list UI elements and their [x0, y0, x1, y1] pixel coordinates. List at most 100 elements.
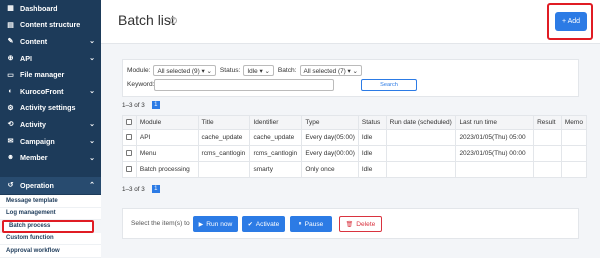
table-cell: Menu: [135, 145, 199, 162]
table-cell: Idle: [357, 145, 387, 162]
operation-submenu: Message template Log management Batch pr…: [0, 195, 101, 258]
activate-button[interactable]: ✔ Activate: [242, 216, 285, 232]
sidebar-sub-custom-function[interactable]: Custom function: [0, 232, 101, 245]
sidebar-sub-log-management[interactable]: Log management: [0, 207, 101, 220]
sidebar-item-label: Operation: [20, 180, 54, 190]
table-cell: cache_update: [197, 129, 251, 146]
sidebar-sub-batch-process[interactable]: Batch process: [2, 220, 94, 233]
table-row[interactable]: Batch processing smarty Only once Idle: [122, 161, 588, 178]
help-icon[interactable]: ?: [170, 17, 177, 24]
sidebar-item-activity[interactable]: ⟲ Activity ⌄: [0, 116, 101, 133]
add-button[interactable]: + Add: [555, 12, 587, 31]
search-button[interactable]: Search: [361, 79, 417, 91]
sidebar-item-label: Dashboard: [20, 3, 58, 13]
sidebar-item-campaign[interactable]: ✉ Campaign ⌄: [0, 133, 101, 150]
table-row[interactable]: Menu rcms_cantlogin rcms_cantlogin Every da…: [122, 145, 588, 162]
row-checkbox[interactable]: [126, 133, 132, 140]
chevron-up-icon: ⌃: [89, 182, 95, 190]
sidebar-item-label: KurocoFront: [20, 86, 64, 96]
table-cell: Every day(00:00): [301, 145, 359, 162]
column-header: Module: [135, 115, 199, 130]
row-select-cell[interactable]: [122, 129, 137, 146]
row-checkbox[interactable]: [126, 165, 132, 172]
chevron-down-icon: ⌄: [89, 55, 95, 63]
sidebar-item-activity-settings[interactable]: ⚙ Activity settings: [0, 100, 101, 117]
sidebar-item-kurocofront[interactable]: ◐ KurocoFront ⌄: [0, 83, 101, 100]
run-now-button[interactable]: ▶ Run now: [193, 216, 238, 232]
chevron-down-icon: ⌄: [89, 38, 95, 46]
sidebar-item-label: Activity: [20, 119, 46, 129]
pause-icon: ⏸: [298, 220, 302, 227]
table-cell: [455, 161, 535, 178]
sidebar-item-label: Content: [20, 36, 48, 46]
sidebar-item-dashboard[interactable]: ▦ Dashboard: [0, 0, 101, 17]
member-icon: ☻: [6, 154, 15, 162]
row-select-cell[interactable]: [122, 145, 137, 162]
pager-bottom: 1–3 of 3 1: [122, 185, 160, 193]
column-header: Run date (scheduled): [385, 115, 457, 130]
folder-icon: ▭: [7, 71, 14, 79]
column-header: Title: [197, 115, 251, 130]
sidebar-item-operation[interactable]: ↺ Operation ⌃: [0, 177, 101, 194]
sidebar-item-label: File manager: [20, 70, 65, 80]
table-row[interactable]: API cache_update cache_update Every day(05:…: [122, 129, 588, 146]
sidebar-item-label: Content structure: [20, 20, 81, 30]
bulk-action-label: Select the item(s) to: [131, 220, 190, 227]
settings-icon: ⚙: [7, 104, 14, 112]
table-cell: Every day(05:00): [301, 129, 359, 146]
sidebar-item-label: API: [20, 53, 32, 63]
sidebar-item-label: Activity settings: [20, 103, 76, 113]
table-cell: [560, 129, 588, 146]
table-cell: [385, 161, 457, 178]
table-cell: Only once: [301, 161, 359, 178]
sidebar-item-file-manager[interactable]: ▭ File manager: [0, 66, 101, 83]
pager-range: 1–3 of 3: [122, 185, 145, 193]
column-header: Identifier: [249, 115, 303, 130]
module-select[interactable]: All selected (9) ▾ ⌄: [153, 65, 216, 76]
table-cell: API: [135, 129, 199, 146]
status-select[interactable]: Idle ▾ ⌄: [243, 65, 274, 76]
delete-button[interactable]: 🗑 Delete: [339, 216, 382, 232]
dashboard-icon: ▦: [7, 5, 14, 13]
batch-select[interactable]: All selected (7) ▾ ⌄: [299, 65, 362, 76]
module-label: Module:: [127, 67, 151, 74]
operation-icon: ↺: [7, 182, 14, 190]
keyword-input[interactable]: [154, 79, 334, 91]
table-cell: [385, 145, 457, 162]
batch-label: Batch:: [277, 67, 297, 74]
page-title: Batch list: [118, 12, 175, 28]
chevron-down-icon: ⌄: [89, 138, 95, 146]
pager-top: 1–3 of 3 1: [122, 101, 160, 109]
sidebar-sub-approval-workflow[interactable]: Approval workflow: [0, 245, 101, 258]
table-cell: Idle: [357, 161, 387, 178]
activity-icon: ⟲: [7, 121, 14, 129]
sidebar-item-content-structure[interactable]: ▤ Content structure: [0, 17, 101, 34]
row-checkbox[interactable]: [126, 149, 132, 156]
table-cell: 2023/01/05(Thu) 05:00: [455, 129, 535, 146]
pause-button[interactable]: ⏸ Pause: [290, 216, 332, 232]
page-number-button[interactable]: 1: [151, 185, 160, 193]
table-cell: [560, 161, 588, 178]
table-cell: smarty: [249, 161, 303, 178]
page-number-button[interactable]: 1: [151, 101, 160, 109]
sidebar-sub-message-template[interactable]: Message template: [0, 195, 101, 208]
page-header: Batch list ? + Add: [101, 0, 600, 44]
sidebar: ▦ Dashboard ▤ Content structure ✎ Content ⌄ ⊕ AP…: [0, 0, 101, 258]
bulk-action-bar: Select the item(s) to ▶ Run now ✔ Activa…: [122, 208, 579, 239]
table-cell: [197, 161, 251, 178]
row-select-cell[interactable]: [122, 161, 137, 178]
column-header: Result: [533, 115, 562, 130]
select-all-header[interactable]: [122, 115, 137, 130]
table-cell: cache_update: [249, 129, 303, 146]
sidebar-item-content[interactable]: ✎ Content ⌄: [0, 33, 101, 50]
table-cell: [533, 129, 562, 146]
check-icon: ✔: [247, 221, 253, 228]
select-all-checkbox[interactable]: [126, 118, 132, 125]
table-cell: Batch processing: [135, 161, 199, 178]
sidebar-item-member[interactable]: ☻ Member ⌄: [0, 149, 101, 166]
keyword-label: Keyword:: [127, 81, 155, 88]
campaign-icon: ✉: [7, 138, 14, 146]
play-icon: ▶: [198, 221, 204, 228]
sidebar-item-label: Campaign: [20, 136, 55, 146]
sidebar-item-api[interactable]: ⊕ API ⌄: [0, 50, 101, 67]
